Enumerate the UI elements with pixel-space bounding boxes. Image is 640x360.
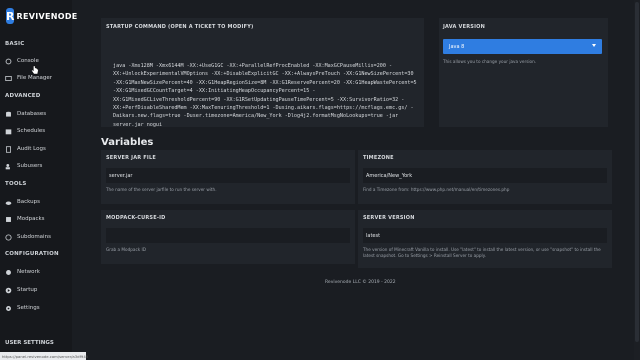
sidebar-item-label: Databases <box>17 111 47 117</box>
sidebar-item-network[interactable]: Network <box>5 266 69 278</box>
users-icon <box>5 163 12 170</box>
sidebar-item-startup[interactable]: Startup <box>5 284 69 296</box>
sidebar-item-subusers[interactable]: Subusers <box>5 160 69 172</box>
sidebar-item-label: Settings <box>17 305 40 311</box>
variable-card-modpack-id: MODPACK-CURSE-ID Grab a Modpack ID <box>101 210 355 264</box>
sidebar-item-label: Console <box>17 58 39 64</box>
variable-description: Grab a Modpack ID <box>106 247 146 252</box>
sidebar-item-label: Backups <box>17 199 41 205</box>
variable-card-server-jar: SERVER JAR FILE server.jar The name of t… <box>101 150 355 204</box>
startup-command-panel: STARTUP COMMAND (OPEN A TICKET TO MODIFY… <box>101 18 424 128</box>
sidebar-item-label: Modpacks <box>17 216 45 222</box>
java-version-title: JAVA VERSION <box>443 24 485 30</box>
scrollbar[interactable] <box>634 0 640 360</box>
brand-name: REVIVENODE <box>16 11 78 21</box>
section-label-user-settings: USER SETTINGS <box>5 340 54 346</box>
play-icon <box>5 287 12 294</box>
sidebar-item-modpacks[interactable]: Modpacks <box>5 213 69 225</box>
variable-name: SERVER JAR FILE <box>106 155 156 161</box>
sidebar-item-audit-logs[interactable]: Audit Logs <box>5 143 69 155</box>
server-jar-input[interactable]: server.jar <box>106 168 350 183</box>
folder-icon <box>5 75 12 82</box>
document-icon <box>5 145 12 153</box>
sidebar-item-label: Startup <box>17 287 38 293</box>
database-icon <box>5 111 12 118</box>
hand-cursor-icon <box>31 65 39 75</box>
java-version-select[interactable]: Java 8 <box>443 39 602 54</box>
section-label-configuration: CONFIGURATION <box>5 251 59 257</box>
java-version-selected: Java 8 <box>449 43 465 50</box>
brand-logo[interactable]: R REVIVENODE <box>6 6 77 26</box>
section-label-advanced: ADVANCED <box>5 93 41 99</box>
status-url: https://panel.revivenode.com/server/a3df… <box>0 352 89 360</box>
sidebar-item-settings[interactable]: Settings <box>5 302 69 314</box>
sidebar-item-label: Subusers <box>17 163 43 169</box>
timezone-input[interactable]: America/New_York <box>363 168 607 183</box>
section-label-basic: BASIC <box>5 41 25 47</box>
footer-copyright: Revivenode LLC © 2019 - 2022 <box>325 280 396 285</box>
sidebar-item-label: Network <box>17 269 40 275</box>
startup-command-text: java -Xms128M -Xmx6144M -XX:+UseG1GC -XX… <box>113 63 420 128</box>
scrollbar-thumb[interactable] <box>635 2 639 342</box>
sidebar-item-backups[interactable]: Backups <box>5 196 69 208</box>
variable-card-server-version: SERVER VERSION latest The version of Min… <box>358 210 612 268</box>
java-version-help: This allows you to change your java vers… <box>443 59 537 64</box>
variable-card-timezone: TIMEZONE America/New_York Find a Timezon… <box>358 150 612 204</box>
variable-description: The name of the server jarfile to run th… <box>106 187 217 192</box>
startup-command-title: STARTUP COMMAND (OPEN A TICKET TO MODIFY… <box>106 24 254 30</box>
variable-name: TIMEZONE <box>363 155 394 161</box>
sidebar-item-schedules[interactable]: Schedules <box>5 125 69 137</box>
sidebar-item-label: Audit Logs <box>17 146 46 152</box>
globe-icon <box>5 233 12 241</box>
circle-icon <box>5 58 12 65</box>
sidebar-item-databases[interactable]: Databases <box>5 108 69 120</box>
sidebar: R REVIVENODE BASIC Console File Manager … <box>0 0 77 360</box>
variables-title: Variables <box>101 137 154 148</box>
box-icon <box>5 216 12 223</box>
java-version-panel: JAVA VERSION Java 8 This allows you to c… <box>439 18 608 127</box>
sidebar-item-label: Schedules <box>17 128 46 134</box>
cloud-icon <box>5 199 12 206</box>
network-icon <box>5 269 12 276</box>
calendar-icon <box>5 128 12 135</box>
sidebar-item-subdomains[interactable]: Subdomains <box>5 231 69 243</box>
sidebar-item-label: File Manager <box>17 75 53 81</box>
variable-name: MODPACK-CURSE-ID <box>106 215 166 221</box>
gear-icon <box>5 305 12 312</box>
server-version-input[interactable]: latest <box>363 228 607 243</box>
logo-mark-icon: R <box>6 8 15 24</box>
variable-description: Find a Timezone from: https://www.php.ne… <box>363 187 510 192</box>
chevron-down-icon <box>592 44 596 47</box>
section-label-tools: TOOLS <box>5 181 27 187</box>
variable-description: The version of Minecraft Vanilla to inst… <box>363 247 601 258</box>
variable-name: SERVER VERSION <box>363 215 415 221</box>
sidebar-item-label: Subdomains <box>17 234 51 240</box>
modpack-id-input[interactable] <box>106 228 350 243</box>
